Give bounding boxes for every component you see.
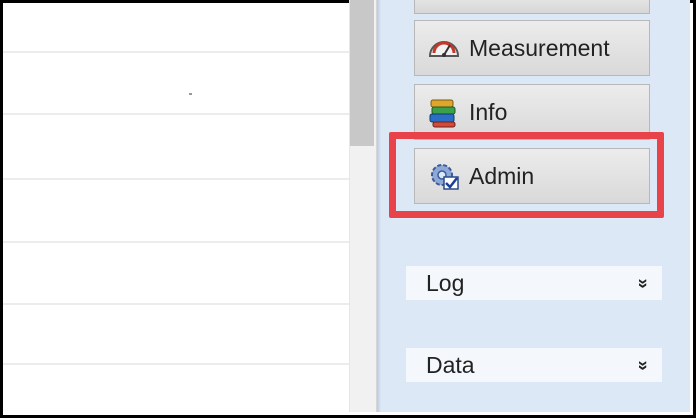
section-label: Log <box>426 269 465 296</box>
grid-row-divider <box>3 303 353 305</box>
nav-button-label: Measurement <box>469 34 610 61</box>
nav-button-partial[interactable] <box>414 0 650 14</box>
chevron-double-down-icon: » <box>633 359 654 371</box>
section-label: Data <box>426 351 475 378</box>
nav-button-label: Info <box>469 98 508 125</box>
grid-row-divider <box>3 178 353 180</box>
chevron-double-down-icon: » <box>633 277 654 289</box>
highlight-box <box>389 132 664 218</box>
section-header-data[interactable]: Data » <box>406 348 662 382</box>
gauge-icon <box>427 31 461 65</box>
books-icon <box>427 95 461 129</box>
data-grid <box>3 3 353 415</box>
nav-button-measurement[interactable]: Measurement <box>414 20 650 76</box>
section-header-log[interactable]: Log » <box>406 266 662 300</box>
grid-row-divider <box>3 113 353 115</box>
panel-edge <box>377 0 381 412</box>
grid-cell-mark <box>189 93 192 95</box>
grid-row-divider <box>3 51 353 53</box>
vertical-scrollbar-thumb[interactable] <box>350 0 374 146</box>
grid-row-divider <box>3 363 353 365</box>
grid-row-divider <box>3 241 353 243</box>
